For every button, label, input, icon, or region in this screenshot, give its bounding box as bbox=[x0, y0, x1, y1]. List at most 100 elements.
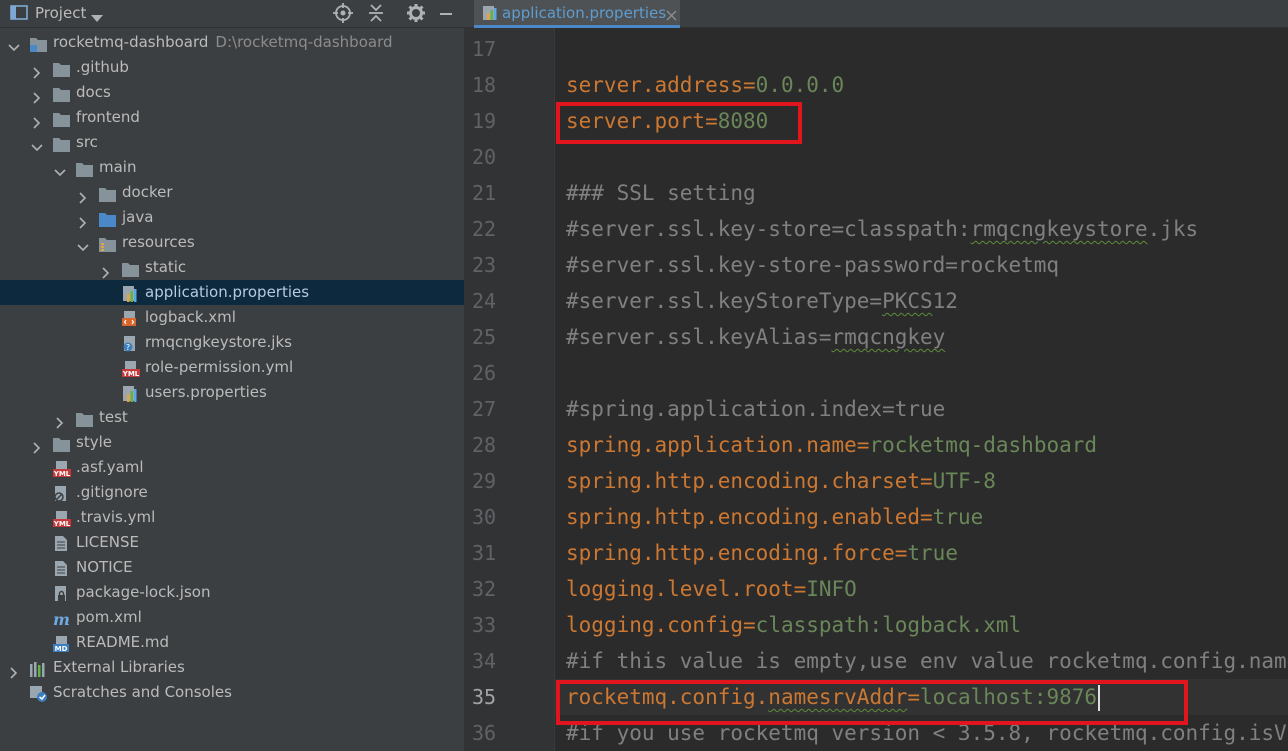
code-line[interactable]: ### SSL setting bbox=[555, 175, 1288, 211]
gear-icon[interactable] bbox=[406, 3, 426, 23]
tree-item-gitignore[interactable]: .gitignore bbox=[0, 480, 464, 505]
code-line[interactable]: server.address=0.0.0.0 bbox=[555, 67, 1288, 103]
equals-sign: = bbox=[793, 577, 807, 601]
tree-item-readme-md[interactable]: MD README.md bbox=[0, 630, 464, 655]
chevron-right-icon[interactable] bbox=[31, 87, 43, 104]
line-number: 26 bbox=[472, 361, 497, 385]
tree-item-asf-yaml[interactable]: YML .asf.yaml bbox=[0, 455, 464, 480]
tree-item-frontend[interactable]: frontend bbox=[0, 105, 464, 130]
properties-icon bbox=[122, 385, 138, 402]
tree-item-users-properties[interactable]: users.properties bbox=[0, 380, 464, 405]
tree-item-role-permission-yml[interactable]: YML role-permission.yml bbox=[0, 355, 464, 380]
tree-item-rocketmq-dashboard[interactable]: rocketmq-dashboard D:\rocketmq-dashboard bbox=[0, 30, 464, 55]
tree-item-notice[interactable]: NOTICE bbox=[0, 555, 464, 580]
comment-text: rmqcngkeystore bbox=[970, 217, 1148, 241]
code-line[interactable]: #spring.application.index=true bbox=[555, 391, 1288, 427]
tree-item-external-libraries[interactable]: External Libraries bbox=[0, 655, 464, 680]
tree-item-style[interactable]: style bbox=[0, 430, 464, 455]
collapse-all-icon[interactable] bbox=[366, 3, 386, 23]
tree-item-test[interactable]: test bbox=[0, 405, 464, 430]
chevron-right-icon[interactable] bbox=[77, 187, 89, 204]
tab-application-properties[interactable]: application.properties bbox=[474, 0, 680, 28]
project-panel-title[interactable]: Project bbox=[35, 4, 86, 22]
tree-item-pom-xml[interactable]: m pom.xml bbox=[0, 605, 464, 630]
chevron-right-icon[interactable] bbox=[31, 112, 43, 129]
code-line[interactable]: #server.ssl.keyStoreType=PKCS12 bbox=[555, 283, 1288, 319]
tree-item-label: .gitignore bbox=[76, 483, 148, 501]
tree-item-label: .travis.yml bbox=[76, 508, 156, 526]
tree-item-main[interactable]: main bbox=[0, 155, 464, 180]
tree-item-license[interactable]: LICENSE bbox=[0, 530, 464, 555]
comment-text: #server.ssl.keyAlias= bbox=[566, 325, 832, 349]
comment-text: #if this value is empty,use env value ro… bbox=[566, 649, 1288, 673]
tree-item-rmqcngkeystore-jks[interactable]: ? rmqcngkeystore.jks bbox=[0, 330, 464, 355]
tree-item-label: External Libraries bbox=[53, 658, 185, 676]
chevron-down-icon[interactable] bbox=[54, 162, 66, 177]
tree-item-label: .asf.yaml bbox=[76, 458, 144, 476]
tree-item-java[interactable]: java bbox=[0, 205, 464, 230]
folder-icon bbox=[53, 60, 70, 77]
tree-item-resources[interactable]: resources bbox=[0, 230, 464, 255]
code-line[interactable]: spring.http.encoding.charset=UTF-8 bbox=[555, 463, 1288, 499]
text-icon bbox=[53, 535, 69, 551]
line-number: 21 bbox=[472, 181, 497, 205]
line-number: 28 bbox=[472, 433, 497, 457]
tree-item-static[interactable]: static bbox=[0, 255, 464, 280]
tree-item-label: .github bbox=[76, 58, 129, 76]
tree-item-src[interactable]: src bbox=[0, 130, 464, 155]
code-line[interactable]: spring.http.encoding.enabled=true bbox=[555, 499, 1288, 535]
tree-item-label: rocketmq-dashboard D:\rocketmq-dashboard bbox=[53, 33, 393, 51]
code-line[interactable]: logging.level.root=INFO bbox=[555, 571, 1288, 607]
text-icon bbox=[53, 560, 69, 576]
code-line[interactable]: logging.config=classpath:logback.xml bbox=[555, 607, 1288, 643]
property-key: logging.level.root bbox=[566, 577, 794, 601]
tree-item-scratches-and-consoles[interactable]: Scratches and Consoles bbox=[0, 680, 464, 705]
tree-item-label: logback.xml bbox=[145, 308, 236, 326]
code-line[interactable]: spring.application.name=rocketmq-dashboa… bbox=[555, 427, 1288, 463]
code-line[interactable]: #if this value is empty,use env value ro… bbox=[555, 643, 1288, 679]
close-icon[interactable] bbox=[666, 6, 677, 25]
tree-item-label: Scratches and Consoles bbox=[53, 683, 232, 701]
code-line[interactable] bbox=[555, 139, 1288, 175]
comment-text: #spring.application.index=true bbox=[566, 397, 946, 421]
locate-icon[interactable] bbox=[333, 3, 353, 23]
tree-item-application-properties[interactable]: application.properties bbox=[0, 280, 464, 305]
gitignore-icon bbox=[53, 485, 69, 502]
tab-label: application.properties bbox=[502, 4, 667, 22]
tree-item-label: docs bbox=[76, 83, 111, 101]
line-number: 17 bbox=[472, 37, 497, 61]
chevron-right-icon[interactable] bbox=[31, 437, 43, 454]
chevron-right-icon[interactable] bbox=[31, 62, 43, 79]
tree-item-label: java bbox=[122, 208, 154, 226]
chevron-down-icon[interactable] bbox=[31, 137, 43, 152]
code-line[interactable]: spring.http.encoding.force=true bbox=[555, 535, 1288, 571]
tree-item-travis-yml[interactable]: YML .travis.yml bbox=[0, 505, 464, 530]
code-line[interactable]: #server.ssl.key-store-password=rocketmq bbox=[555, 247, 1288, 283]
chevron-right-icon[interactable] bbox=[8, 662, 20, 679]
code-line[interactable] bbox=[555, 355, 1288, 391]
md-icon: MD bbox=[53, 635, 69, 653]
chevron-right-icon[interactable] bbox=[77, 212, 89, 229]
chevron-right-icon[interactable] bbox=[54, 412, 66, 429]
property-value: UTF-8 bbox=[932, 469, 996, 493]
chevron-down-icon[interactable] bbox=[77, 237, 89, 252]
code-line[interactable]: #server.ssl.keyAlias=rmqcngkey bbox=[555, 319, 1288, 355]
unknown-icon: ? bbox=[122, 335, 138, 352]
code-line[interactable] bbox=[555, 31, 1288, 67]
project-view-icon[interactable] bbox=[10, 4, 28, 25]
code-line[interactable]: #server.ssl.key-store=classpath:rmqcngke… bbox=[555, 211, 1288, 247]
tree-item-docs[interactable]: docs bbox=[0, 80, 464, 105]
chevron-down-icon[interactable] bbox=[8, 37, 20, 52]
folder-icon bbox=[53, 435, 70, 452]
project-tool-window: Project rocketmq-dashboard D:\rocketmq-da… bbox=[0, 0, 464, 751]
chevron-right-icon[interactable] bbox=[100, 262, 112, 279]
tree-item-label: frontend bbox=[76, 108, 140, 126]
chevron-down-icon[interactable] bbox=[91, 8, 103, 27]
minimize-icon[interactable] bbox=[436, 3, 456, 23]
folder-resources-icon bbox=[99, 235, 116, 252]
tree-item-logback-xml[interactable]: logback.xml bbox=[0, 305, 464, 330]
tree-item-github[interactable]: .github bbox=[0, 55, 464, 80]
tree-item-docker[interactable]: docker bbox=[0, 180, 464, 205]
tree-item-package-lock-json[interactable]: package-lock.json bbox=[0, 580, 464, 605]
line-number-gutter: 17 18 19 20 21 22 23 24 25 26 27 28 29 30 31 32 33 34 35 36 bbox=[464, 28, 555, 751]
